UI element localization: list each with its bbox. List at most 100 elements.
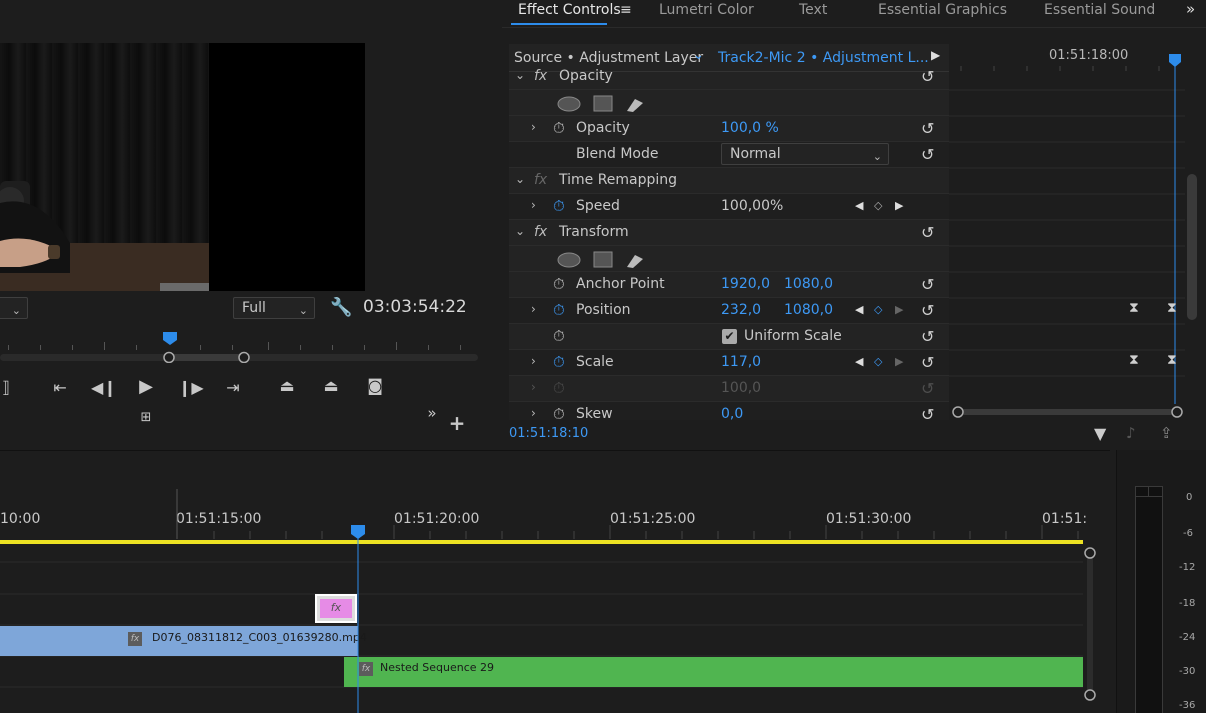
chevron-right-icon[interactable]: › — [531, 120, 536, 134]
monitor-time-ruler[interactable] — [0, 342, 480, 350]
effect-controls-timeline[interactable]: 01:51:18:00 ⧗ ⧗ ⧗ ⧗ — [949, 44, 1185, 420]
filter-icon[interactable]: ▼ — [1094, 424, 1106, 443]
rectangle-mask-icon[interactable] — [593, 94, 615, 112]
time-remapping-section-row[interactable]: ⌄ fx Time Remapping — [509, 168, 949, 194]
opacity-section-row[interactable]: ⌄ fx Opacity ↺ — [509, 64, 949, 90]
scale-row[interactable]: › ⏱ Scale 117,0 ◀ ◇ ▶ ↺ — [509, 350, 949, 376]
speed-value[interactable]: 100,00% — [721, 198, 783, 214]
export-icon[interactable]: ⇪ — [1160, 424, 1173, 442]
stopwatch-icon[interactable]: ⏱ — [553, 197, 565, 215]
reset-icon[interactable]: ↺ — [921, 119, 934, 138]
mark-in-icon[interactable]: ⇤ — [48, 378, 72, 397]
chevron-right-icon[interactable]: › — [531, 302, 536, 316]
skew-value[interactable]: 0,0 — [721, 406, 743, 420]
reset-icon[interactable]: ↺ — [921, 67, 934, 86]
next-keyframe-icon[interactable]: ▶ — [895, 199, 903, 212]
tab-essential-sound[interactable]: Essential Sound — [1044, 0, 1155, 20]
chevron-right-icon[interactable]: › — [531, 406, 536, 420]
anchor-point-row[interactable]: ⏱ Anchor Point 1920,0 1080,0 ↺ — [509, 272, 949, 298]
reset-icon[interactable]: ↺ — [921, 327, 934, 346]
pen-mask-icon[interactable] — [625, 250, 647, 268]
extract-icon[interactable]: ⏏ — [319, 376, 343, 395]
chevron-down-icon[interactable]: ⌄ — [515, 172, 525, 186]
ellipse-mask-icon[interactable] — [557, 94, 581, 112]
keyframe-icon[interactable]: ⧗ — [1129, 352, 1139, 368]
skew-row[interactable]: › ⏱ Skew 0,0 ↺ — [509, 402, 949, 420]
mark-out-icon[interactable]: ⇥ — [221, 378, 245, 397]
peak-right[interactable] — [1149, 487, 1162, 497]
stopwatch-icon[interactable]: ⏱ — [553, 119, 565, 137]
opacity-value[interactable]: 100,0 % — [721, 120, 779, 136]
wrench-icon[interactable]: 🔧 — [330, 297, 352, 318]
chevron-down-icon[interactable]: ⌄ — [693, 48, 704, 63]
stopwatch-icon[interactable]: ⏱ — [553, 301, 565, 319]
tab-lumetri-color[interactable]: Lumetri Color — [659, 0, 754, 20]
panel-menu-icon[interactable]: ≡ — [620, 2, 632, 18]
prev-edit-icon[interactable]: ⟧ — [0, 378, 18, 397]
speed-row[interactable]: › ⏱ Speed 100,00% ◀ ◇ ▶ — [509, 194, 949, 220]
pen-mask-icon[interactable] — [625, 94, 647, 112]
stopwatch-icon[interactable]: ⏱ — [553, 353, 565, 371]
prev-keyframe-icon[interactable]: ◀ — [855, 303, 863, 316]
prev-keyframe-icon[interactable]: ◀ — [855, 199, 863, 212]
tab-effect-controls[interactable]: Effect Controls — [518, 0, 621, 20]
prev-keyframe-icon[interactable]: ◀ — [855, 355, 863, 368]
next-keyframe-icon[interactable]: ▶ — [895, 303, 903, 316]
lift-icon[interactable]: ⏏ — [275, 376, 299, 395]
audio-scrub-icon[interactable]: ♪ — [1126, 424, 1136, 442]
add-keyframe-icon[interactable]: ◇ — [874, 199, 882, 212]
stopwatch-icon[interactable]: ⏱ — [553, 405, 565, 420]
more-icon[interactable]: » — [420, 404, 444, 422]
reset-icon[interactable]: ↺ — [921, 405, 934, 420]
peak-left[interactable] — [1136, 487, 1149, 497]
stopwatch-icon[interactable]: ⏱ — [553, 275, 565, 293]
tab-essential-graphics[interactable]: Essential Graphics — [878, 0, 1007, 20]
position-y-value[interactable]: 1080,0 — [784, 302, 833, 318]
fit-dropdown[interactable]: ⌄ — [0, 297, 28, 319]
camera-icon[interactable]: ◙ — [363, 376, 387, 395]
scale-value[interactable]: 117,0 — [721, 354, 761, 370]
keyframe-icon[interactable]: ⧗ — [1167, 300, 1177, 316]
chevron-right-icon[interactable]: › — [531, 198, 536, 212]
stopwatch-icon[interactable]: ⏱ — [553, 327, 565, 345]
timeline-playhead[interactable] — [349, 524, 367, 713]
program-video-frame[interactable] — [0, 43, 365, 291]
monitor-zoom-scrollbar[interactable] — [0, 351, 480, 363]
step-forward-icon[interactable]: ❙▶ — [178, 378, 204, 397]
step-back-icon[interactable]: ◀❙ — [91, 378, 117, 397]
more-tabs-icon[interactable]: » — [1186, 0, 1195, 18]
opacity-row[interactable]: › ⏱ Opacity 100,0 % ↺ — [509, 116, 949, 142]
position-row[interactable]: › ⏱ Position 232,0 1080,0 ◀ ◇ ▶ ↺ — [509, 298, 949, 324]
rectangle-mask-icon[interactable] — [593, 250, 615, 268]
play-icon[interactable]: ▶ — [134, 376, 158, 397]
keyframe-icon[interactable]: ⧗ — [1167, 352, 1177, 368]
chevron-down-icon[interactable]: ⌄ — [515, 68, 525, 82]
add-icon[interactable]: + — [445, 411, 469, 435]
next-keyframe-icon[interactable]: ▶ — [895, 355, 903, 368]
reset-icon[interactable]: ↺ — [921, 275, 934, 294]
quality-dropdown[interactable]: Full ⌄ — [233, 297, 315, 319]
ec-scrollbar-thumb[interactable] — [1187, 174, 1197, 320]
reset-icon[interactable]: ↺ — [921, 301, 934, 320]
anchor-x-value[interactable]: 1920,0 — [721, 276, 770, 292]
chevron-down-icon[interactable]: ⌄ — [515, 224, 525, 238]
nested-sequence-clip[interactable]: fx Nested Sequence 29 — [344, 657, 1083, 687]
compare-icon[interactable]: ⊞ — [134, 410, 158, 425]
ec-current-time[interactable]: 01:51:18:10 — [509, 426, 588, 441]
monitor-playhead[interactable] — [160, 331, 182, 347]
reset-icon[interactable]: ↺ — [921, 353, 934, 372]
blend-mode-dropdown[interactable]: Normal ⌄ — [721, 143, 889, 165]
playhead-timecode[interactable]: 03:03:54:22 — [363, 297, 467, 317]
add-keyframe-icon[interactable]: ◇ — [874, 303, 882, 316]
add-keyframe-icon[interactable]: ◇ — [874, 355, 882, 368]
tab-text[interactable]: Text — [799, 0, 827, 20]
position-x-value[interactable]: 232,0 — [721, 302, 761, 318]
transform-section-row[interactable]: ⌄ fx Transform ↺ — [509, 220, 949, 246]
ec-scrollbar-track[interactable] — [1186, 70, 1198, 420]
uniform-scale-checkbox[interactable]: ✔ — [722, 329, 737, 344]
chevron-right-icon[interactable]: › — [531, 354, 536, 368]
keyframe-icon[interactable]: ⧗ — [1129, 300, 1139, 316]
anchor-y-value[interactable]: 1080,0 — [784, 276, 833, 292]
show-timeline-icon[interactable]: ▶ — [931, 48, 940, 62]
video-clip[interactable]: fx D076_08311812_C003_01639280.mp4 — [0, 626, 367, 656]
